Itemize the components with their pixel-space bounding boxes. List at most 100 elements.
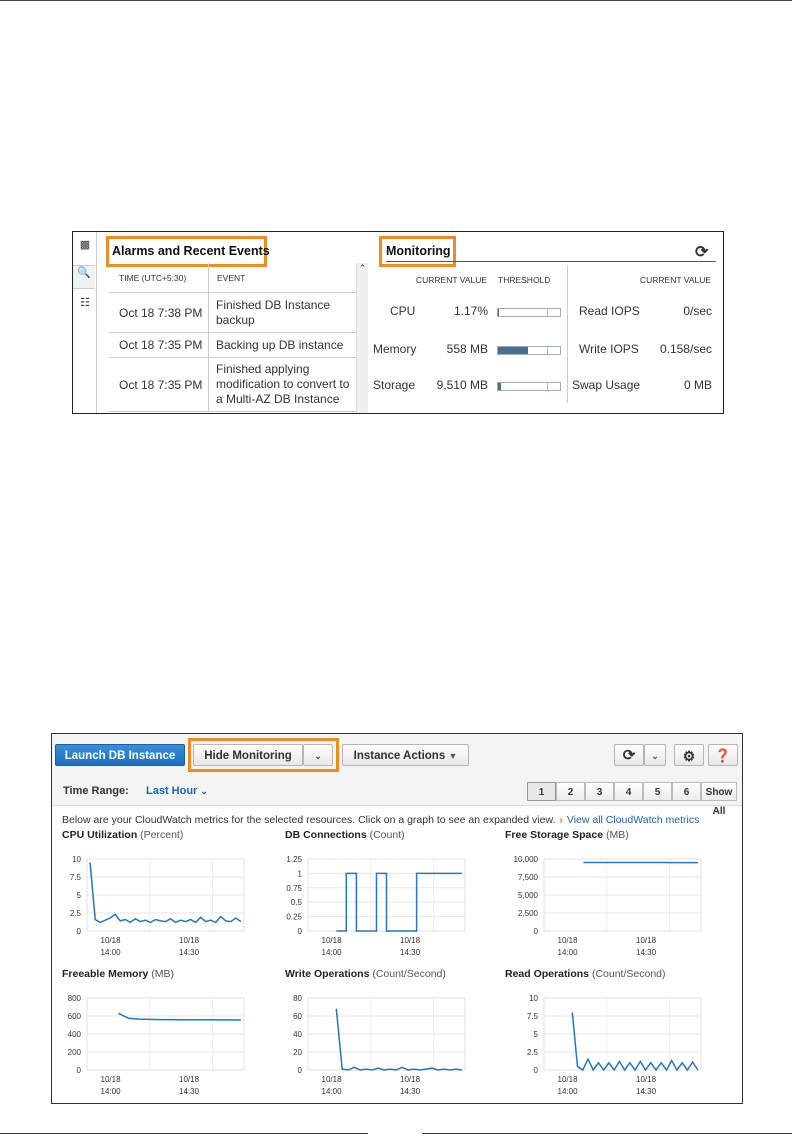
write-operations-series-line [335,1008,463,1071]
free-storage-x-tick-label: 14:00 [558,948,579,957]
current-value-header: CURRENT VALUE [416,275,488,285]
read-operations-y-tick-label: 5 [534,1030,539,1039]
free-storage-y-tick-label: 10,000 [514,855,539,864]
events-title: Alarms and Recent Events [112,244,270,258]
free-storage-x-tick-label: 10/18 [558,936,579,945]
monitoring-table: CURRENT VALUE THRESHOLD CURRENT VALUE CP… [368,263,723,413]
cpu-x-tick-label: 10/18 [101,936,122,945]
write-operations-x-tick-label: 14:00 [322,1087,343,1096]
column-header-time[interactable]: TIME (UTC+5:30) [109,263,209,293]
write-operations-y-tick-label: 40 [293,1030,302,1039]
write-operations-y-tick-label: 60 [293,1012,302,1021]
monitoring-underline [386,261,716,262]
current-value-header-right: CURRENT VALUE [640,275,712,285]
freeable-memory-x-tick-label: 10/18 [179,1075,200,1084]
write-operations-y-tick-label: 80 [293,994,302,1003]
read-operations-x-tick-label: 10/18 [558,1075,579,1084]
event-time: Oct 18 7:38 PM [109,292,209,333]
read-operations-y-tick-label: 7.5 [527,1012,539,1021]
threshold-bar-cpu [497,308,561,317]
freeable-memory-y-tick-label: 200 [68,1048,82,1057]
refresh-icon[interactable]: ⟳ [695,242,708,262]
metric-value-write-iops: 0.158/sec [659,342,712,356]
column-header-event[interactable]: EVENT [208,263,357,293]
cpu-x-tick-label: 14:00 [101,948,122,957]
table-row[interactable]: Oct 18 7:35 PM Backing up DB instance [109,332,357,358]
monitoring-title: Monitoring [386,244,451,258]
free-storage-x-tick-label: 14:30 [636,948,657,957]
db-connections-y-tick-label: 1.25 [286,855,302,864]
free-storage-x-tick-label: 10/18 [636,936,657,945]
db-connections-x-tick-label: 10/18 [400,936,421,945]
write-operations-x-tick-label: 10/18 [322,1075,343,1084]
metric-value-cpu: 1.17% [453,304,488,318]
free-storage-y-tick-label: 7,500 [518,873,539,882]
threshold-header: THRESHOLD [498,275,551,285]
read-operations-y-tick-label: 10 [529,994,538,1003]
events-scrollbar[interactable]: ⌃ [356,263,368,413]
threshold-bar-storage [497,382,561,391]
db-connections-y-tick-label: 0 [298,927,303,936]
rds-dashboard-panel: ▩ 🔍 ☷ Alarms and Recent Events Monitorin… [72,231,724,414]
scroll-up-icon[interactable]: ⌃ [357,263,368,274]
freeable-memory-y-tick-label: 800 [68,994,82,1003]
metric-value-swap: 0 MB [683,378,712,392]
metric-name-cpu: CPU [390,304,416,318]
free-storage-y-tick-label: 5,000 [518,891,539,900]
freeable-memory-y-tick-label: 600 [68,1012,82,1021]
freeable-memory-y-tick-label: 0 [77,1066,82,1075]
freeable-memory-y-tick-label: 400 [68,1030,82,1039]
freeable-memory-x-tick-label: 10/18 [101,1075,122,1084]
table-row[interactable]: Oct 18 7:35 PM Finished applying modific… [109,357,357,412]
side-toolbar: ▩ 🔍 ☷ [73,232,97,413]
metric-name-write-iops: Write IOPS [579,342,639,356]
event-text: Finished DB Instance backup [208,292,357,333]
hierarchy-icon[interactable]: ☷ [78,296,92,310]
read-operations-y-tick-label: 0 [534,1066,539,1075]
read-operations-x-tick-label: 10/18 [636,1075,657,1084]
freeable-memory-x-tick-label: 14:30 [179,1087,200,1096]
metric-value-storage: 9,510 MB [436,378,488,392]
cpu-x-tick-label: 14:30 [179,948,200,957]
monitoring-divider [567,265,568,403]
write-operations-x-tick-label: 10/18 [400,1075,421,1084]
footer-rule-left [0,1133,368,1134]
write-operations-y-tick-label: 20 [293,1048,302,1057]
events-table: TIME (UTC+5:30) EVENT Oct 18 7:38 PM Fin… [109,263,357,412]
event-time: Oct 18 7:35 PM [109,332,209,358]
read-operations-y-tick-label: 2.5 [527,1048,539,1057]
cpu-x-tick-label: 10/18 [179,936,200,945]
db-connections-y-tick-label: 0.25 [286,913,302,922]
event-text: Backing up DB instance [208,332,357,358]
write-operations-y-tick-label: 0 [298,1066,303,1075]
freeable-memory-x-tick-label: 14:00 [101,1087,122,1096]
cpu-y-tick-label: 5 [77,891,82,900]
db-connections-y-tick-label: 0.5 [291,898,303,907]
chart-icon[interactable]: ▩ [78,238,92,252]
db-connections-y-tick-label: 1 [298,869,303,878]
page-top-rule [0,0,792,1]
db-connections-x-tick-label: 14:30 [400,948,421,957]
db-connections-x-tick-label: 14:00 [322,948,343,957]
db-connections-x-tick-label: 10/18 [322,936,343,945]
free-storage-y-tick-label: 0 [534,927,539,936]
cpu-y-tick-label: 10 [72,855,81,864]
cloudwatch-charts[interactable]: 10 7.5 5 2.5 0 10/18 14:00 10/18 14:30 1.25 1 0.75 0… [52,734,742,1103]
metric-value-read-iops: 0/sec [683,304,712,318]
read-operations-x-tick-label: 14:00 [558,1087,579,1096]
free-storage-y-tick-label: 2,500 [518,909,539,918]
metric-name-memory: Memory [373,342,417,356]
cpu-y-tick-label: 2.5 [70,909,82,918]
read-operations-x-tick-label: 14:30 [636,1087,657,1096]
write-operations-x-tick-label: 14:30 [400,1087,421,1096]
threshold-bar-memory [497,346,561,355]
table-row[interactable]: Oct 18 7:38 PM Finished DB Instance back… [109,292,357,333]
metric-name-storage: Storage [373,378,416,392]
db-connections-y-tick-label: 0.75 [286,884,302,893]
event-time: Oct 18 7:35 PM [109,357,209,412]
metric-name-swap: Swap Usage [572,378,641,392]
freeable-memory-series-line [118,1012,241,1021]
event-text: Finished applying modification to conver… [208,357,357,412]
cpu-y-tick-label: 7.5 [70,873,82,882]
search-icon[interactable]: 🔍 [73,265,95,289]
